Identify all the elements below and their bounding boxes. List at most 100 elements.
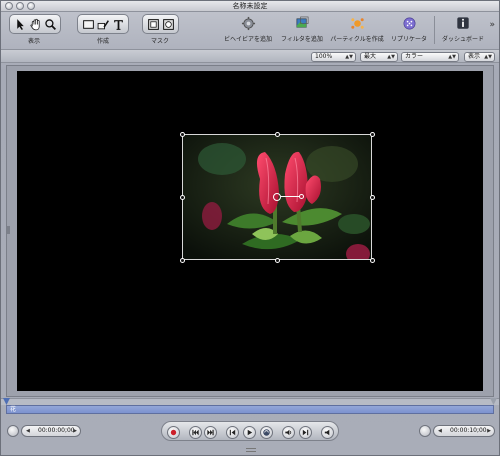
popup-arrows-icon: ▲▼ (448, 54, 456, 60)
play-icon (247, 429, 253, 436)
playback-button-tray (161, 421, 339, 441)
main-window: 名称未設定 表示 作成 マスク ビヘイビアを追加 フィルタを追加 パーティクルを… (0, 0, 500, 456)
in-point-marker-icon[interactable] (3, 398, 10, 405)
time-right-arrow-icon[interactable]: ▶ (487, 426, 491, 436)
replicator-button[interactable]: リプリケータ (381, 14, 437, 43)
resize-handle-left[interactable] (180, 195, 185, 200)
current-time-toggle[interactable] (7, 425, 19, 437)
add-filter-button[interactable]: フィルタを追加 (274, 14, 330, 43)
duration-value: 00:00:10;00 (450, 427, 487, 434)
zoom-window-button[interactable] (27, 2, 35, 10)
time-right-arrow-icon[interactable]: ▶ (73, 426, 77, 436)
minimize-window-button[interactable] (16, 2, 24, 10)
title-bar: 名称未設定 (1, 1, 499, 12)
current-time-field[interactable]: ◀ 00:00:00;00 ▶ (21, 425, 81, 437)
add-behavior-label: ビヘイビアを追加 (223, 36, 272, 43)
magnifier-icon (44, 18, 56, 30)
rotation-handle-line (281, 196, 300, 197)
image-mask-icon (162, 18, 174, 30)
resolution-popup[interactable]: 最大 ▲▼ (360, 52, 398, 62)
mute-button[interactable] (321, 426, 334, 439)
channel-popup[interactable]: カラー ▲▼ (401, 52, 459, 62)
mini-timeline: 花 (1, 398, 499, 417)
anchor-point-handle[interactable] (273, 193, 281, 201)
timeline-layer-bar[interactable]: 花 (6, 405, 494, 414)
behavior-gear-icon (241, 16, 255, 30)
duration-toggle[interactable] (419, 425, 431, 437)
zoom-tool-button[interactable] (43, 17, 57, 31)
close-window-button[interactable] (5, 2, 13, 10)
loop-button[interactable] (260, 426, 273, 439)
rectangle-mask-icon (147, 18, 159, 30)
create-group-label: 作成 (96, 38, 109, 45)
step-back-icon (229, 429, 236, 436)
resize-handle-right[interactable] (370, 195, 375, 200)
zoom-level-popup[interactable]: 100% ▲▼ (311, 52, 356, 62)
resize-handle-bottom-right[interactable] (370, 258, 375, 263)
resize-handle-top-right[interactable] (370, 132, 375, 137)
popup-arrows-icon: ▲▼ (484, 54, 492, 60)
hand-icon (29, 18, 40, 30)
add-behavior-button[interactable]: ビヘイビアを追加 (220, 14, 276, 43)
rectangle-mask-button[interactable] (146, 17, 160, 31)
add-filter-label: フィルタを追加 (281, 36, 323, 43)
bezier-pen-icon (97, 19, 109, 29)
channel-value: カラー (405, 53, 424, 60)
window-title: 名称未設定 (232, 2, 268, 10)
go-to-end-button[interactable] (204, 426, 217, 439)
popup-arrows-icon: ▲▼ (387, 54, 395, 60)
replicator-icon (403, 17, 415, 29)
pan-tool-button[interactable] (28, 17, 42, 31)
make-particles-button[interactable]: パーティクルを作成 (329, 14, 385, 43)
text-tool-button[interactable] (111, 17, 125, 31)
resize-handle-top-left[interactable] (180, 132, 185, 137)
timeline-ruler[interactable] (1, 398, 499, 405)
window-resize-grip[interactable] (246, 448, 256, 452)
dashboard-label: ダッシュボード (441, 36, 484, 43)
resize-handle-bottom-left[interactable] (180, 258, 185, 263)
record-button[interactable] (167, 426, 180, 439)
window-controls (5, 2, 35, 10)
skip-to-end-icon (207, 429, 214, 436)
splitter-grip[interactable] (7, 226, 10, 234)
transport-controls: ◀ 00:00:00;00 ▶ ◀ 00:00:10;00 ▶ (1, 417, 499, 455)
step-forward-icon (302, 429, 309, 436)
text-icon (113, 19, 123, 30)
duration-field[interactable]: ◀ 00:00:10;00 ▶ (433, 425, 495, 437)
view-popup[interactable]: 表示 ▲▼ (464, 52, 495, 62)
select-tool-button[interactable] (13, 17, 27, 31)
rectangle-icon (82, 19, 94, 29)
rectangle-tool-button[interactable] (81, 17, 95, 31)
step-forward-button[interactable] (299, 426, 312, 439)
speaker-muted-icon (324, 429, 330, 436)
skip-to-start-icon (192, 429, 199, 436)
bezier-tool-button[interactable] (96, 17, 110, 31)
arrow-icon (16, 18, 24, 30)
audio-button[interactable] (282, 426, 295, 439)
view-group-label: 表示 (27, 38, 40, 45)
mask-group-label: マスク (150, 38, 169, 45)
out-point-marker-icon[interactable] (490, 398, 497, 405)
mask-tools-group (142, 14, 179, 34)
particles-icon (350, 17, 364, 29)
play-button[interactable] (243, 426, 256, 439)
time-left-arrow-icon[interactable]: ◀ (26, 426, 30, 436)
canvas-options-bar: 100% ▲▼ 最大 ▲▼ カラー ▲▼ 表示 ▲▼ (1, 49, 499, 63)
rotation-handle[interactable] (299, 194, 304, 199)
step-back-button[interactable] (226, 426, 239, 439)
loop-icon (263, 429, 270, 436)
time-left-arrow-icon[interactable]: ◀ (438, 426, 442, 436)
filter-icon (296, 16, 308, 28)
view-tools-group (9, 14, 61, 34)
image-mask-button[interactable] (161, 17, 175, 31)
resize-handle-top[interactable] (275, 132, 280, 137)
make-particles-label: パーティクルを作成 (330, 36, 384, 43)
toolbar-overflow-icon[interactable]: » (489, 20, 495, 30)
resize-handle-bottom[interactable] (275, 258, 280, 263)
go-to-start-button[interactable] (189, 426, 202, 439)
replicator-label: リプリケータ (390, 36, 427, 43)
resolution-value: 最大 (364, 53, 377, 60)
info-icon (457, 17, 469, 29)
view-value: 表示 (468, 53, 481, 60)
dashboard-button[interactable]: ダッシュボード (435, 14, 491, 43)
